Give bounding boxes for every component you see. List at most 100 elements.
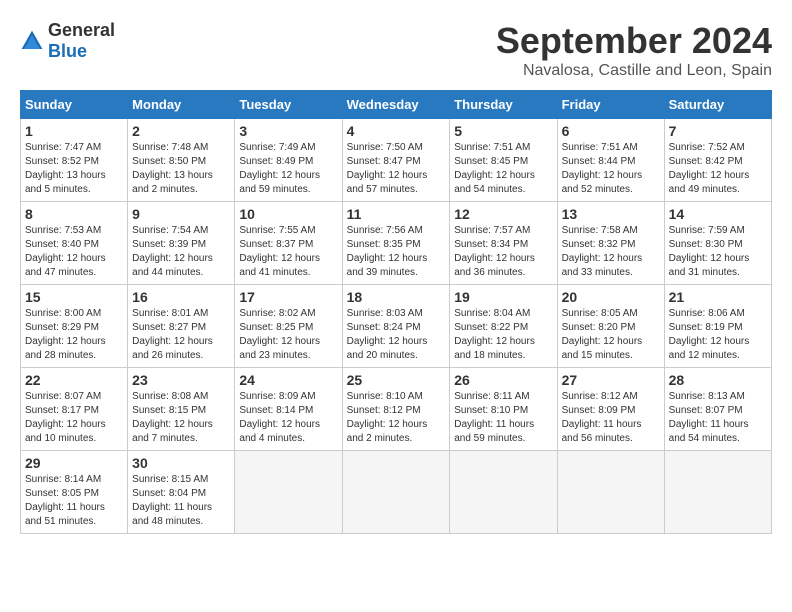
title-section: September 2024 Navalosa, Castille and Le… (496, 20, 772, 80)
day-info: Sunrise: 7:49 AMSunset: 8:49 PMDaylight:… (239, 141, 337, 197)
day-info: Sunrise: 7:55 AMSunset: 8:37 PMDaylight:… (239, 224, 337, 280)
day-info: Sunrise: 8:04 AMSunset: 8:22 PMDaylight:… (454, 307, 552, 363)
calendar-day: 25Sunrise: 8:10 AMSunset: 8:12 PMDayligh… (342, 368, 450, 451)
day-number: 27 (562, 372, 660, 388)
day-info: Sunrise: 7:50 AMSunset: 8:47 PMDaylight:… (347, 141, 446, 197)
day-info: Sunrise: 8:13 AMSunset: 8:07 PMDaylight:… (669, 390, 767, 446)
calendar-day: 1 Sunrise: 7:47 AMSunset: 8:52 PMDaylight… (21, 119, 128, 202)
header-day: Saturday (664, 91, 771, 119)
day-info: Sunrise: 7:51 AMSunset: 8:44 PMDaylight:… (562, 141, 660, 197)
day-number: 29 (25, 455, 123, 471)
calendar-day: 5Sunrise: 7:51 AMSunset: 8:45 PMDaylight… (450, 119, 557, 202)
month-title: September 2024 (496, 20, 772, 62)
day-number: 1 (25, 123, 123, 139)
calendar-week: 29 Sunrise: 8:14 AMSunset: 8:05 PMDayligh… (21, 451, 772, 534)
day-number: 11 (347, 206, 446, 222)
day-number: 25 (347, 372, 446, 388)
calendar-day: 3 Sunrise: 7:49 AMSunset: 8:49 PMDaylight… (235, 119, 342, 202)
logo-general: General (48, 20, 115, 40)
day-number: 28 (669, 372, 767, 388)
calendar-day: 4 Sunrise: 7:50 AMSunset: 8:47 PMDaylight… (342, 119, 450, 202)
calendar-day (557, 451, 664, 534)
day-number: 9 (132, 206, 230, 222)
logo-icon (20, 29, 44, 53)
header-day: Wednesday (342, 91, 450, 119)
day-info: Sunrise: 7:59 AMSunset: 8:30 PMDaylight:… (669, 224, 767, 280)
day-number: 20 (562, 289, 660, 305)
calendar-day: 17 Sunrise: 8:02 AMSunset: 8:25 PMDayligh… (235, 285, 342, 368)
calendar: SundayMondayTuesdayWednesdayThursdayFrid… (20, 90, 772, 534)
day-number: 18 (347, 289, 446, 305)
calendar-day: 20 Sunrise: 8:05 AMSunset: 8:20 PMDayligh… (557, 285, 664, 368)
calendar-day: 14Sunrise: 7:59 AMSunset: 8:30 PMDayligh… (664, 202, 771, 285)
calendar-day: 28 Sunrise: 8:13 AMSunset: 8:07 PMDayligh… (664, 368, 771, 451)
day-info: Sunrise: 8:02 AMSunset: 8:25 PMDaylight:… (239, 307, 337, 363)
header-day: Monday (128, 91, 235, 119)
day-info: Sunrise: 8:14 AMSunset: 8:05 PMDaylight:… (25, 473, 123, 529)
calendar-header: SundayMondayTuesdayWednesdayThursdayFrid… (21, 91, 772, 119)
day-number: 7 (669, 123, 767, 139)
calendar-day: 26Sunrise: 8:11 AMSunset: 8:10 PMDayligh… (450, 368, 557, 451)
header-row: SundayMondayTuesdayWednesdayThursdayFrid… (21, 91, 772, 119)
day-info: Sunrise: 8:03 AMSunset: 8:24 PMDaylight:… (347, 307, 446, 363)
day-number: 8 (25, 206, 123, 222)
calendar-day: 11 Sunrise: 7:56 AMSunset: 8:35 PMDayligh… (342, 202, 450, 285)
logo-text: General Blue (48, 20, 115, 62)
calendar-day (235, 451, 342, 534)
day-number: 12 (454, 206, 552, 222)
location-title: Navalosa, Castille and Leon, Spain (496, 62, 772, 80)
header-day: Friday (557, 91, 664, 119)
calendar-week: 8Sunrise: 7:53 AMSunset: 8:40 PMDaylight… (21, 202, 772, 285)
day-info: Sunrise: 8:01 AMSunset: 8:27 PMDaylight:… (132, 307, 230, 363)
calendar-day (450, 451, 557, 534)
header-day: Sunday (21, 91, 128, 119)
calendar-day (342, 451, 450, 534)
calendar-day: 24 Sunrise: 8:09 AMSunset: 8:14 PMDayligh… (235, 368, 342, 451)
day-number: 22 (25, 372, 123, 388)
day-info: Sunrise: 7:56 AMSunset: 8:35 PMDaylight:… (347, 224, 446, 280)
day-number: 16 (132, 289, 230, 305)
day-info: Sunrise: 8:09 AMSunset: 8:14 PMDaylight:… (239, 390, 337, 446)
calendar-day: 9Sunrise: 7:54 AMSunset: 8:39 PMDaylight… (128, 202, 235, 285)
day-info: Sunrise: 7:58 AMSunset: 8:32 PMDaylight:… (562, 224, 660, 280)
day-number: 15 (25, 289, 123, 305)
calendar-day (664, 451, 771, 534)
day-number: 6 (562, 123, 660, 139)
day-info: Sunrise: 7:48 AMSunset: 8:50 PMDaylight:… (132, 141, 230, 197)
day-info: Sunrise: 8:05 AMSunset: 8:20 PMDaylight:… (562, 307, 660, 363)
day-info: Sunrise: 7:52 AMSunset: 8:42 PMDaylight:… (669, 141, 767, 197)
calendar-day: 18 Sunrise: 8:03 AMSunset: 8:24 PMDayligh… (342, 285, 450, 368)
header-day: Thursday (450, 91, 557, 119)
calendar-week: 22Sunrise: 8:07 AMSunset: 8:17 PMDayligh… (21, 368, 772, 451)
calendar-day: 6 Sunrise: 7:51 AMSunset: 8:44 PMDaylight… (557, 119, 664, 202)
calendar-day: 22Sunrise: 8:07 AMSunset: 8:17 PMDayligh… (21, 368, 128, 451)
logo: General Blue (20, 20, 115, 62)
calendar-day: 30 Sunrise: 8:15 AMSunset: 8:04 PMDayligh… (128, 451, 235, 534)
calendar-week: 15 Sunrise: 8:00 AMSunset: 8:29 PMDayligh… (21, 285, 772, 368)
day-info: Sunrise: 7:51 AMSunset: 8:45 PMDaylight:… (454, 141, 552, 197)
day-info: Sunrise: 8:12 AMSunset: 8:09 PMDaylight:… (562, 390, 660, 446)
calendar-day: 21Sunrise: 8:06 AMSunset: 8:19 PMDayligh… (664, 285, 771, 368)
day-info: Sunrise: 8:00 AMSunset: 8:29 PMDaylight:… (25, 307, 123, 363)
day-info: Sunrise: 7:47 AMSunset: 8:52 PMDaylight:… (25, 141, 123, 197)
calendar-day: 16 Sunrise: 8:01 AMSunset: 8:27 PMDayligh… (128, 285, 235, 368)
logo-blue: Blue (48, 41, 87, 61)
calendar-day: 19 Sunrise: 8:04 AMSunset: 8:22 PMDayligh… (450, 285, 557, 368)
calendar-day: 15 Sunrise: 8:00 AMSunset: 8:29 PMDayligh… (21, 285, 128, 368)
day-number: 4 (347, 123, 446, 139)
day-number: 13 (562, 206, 660, 222)
day-number: 3 (239, 123, 337, 139)
day-number: 30 (132, 455, 230, 471)
calendar-day: 7 Sunrise: 7:52 AMSunset: 8:42 PMDaylight… (664, 119, 771, 202)
day-number: 23 (132, 372, 230, 388)
day-info: Sunrise: 8:06 AMSunset: 8:19 PMDaylight:… (669, 307, 767, 363)
calendar-day: 27 Sunrise: 8:12 AMSunset: 8:09 PMDayligh… (557, 368, 664, 451)
day-number: 19 (454, 289, 552, 305)
day-number: 2 (132, 123, 230, 139)
day-number: 10 (239, 206, 337, 222)
day-info: Sunrise: 8:15 AMSunset: 8:04 PMDaylight:… (132, 473, 230, 529)
calendar-day: 8Sunrise: 7:53 AMSunset: 8:40 PMDaylight… (21, 202, 128, 285)
header-day: Tuesday (235, 91, 342, 119)
day-number: 17 (239, 289, 337, 305)
day-number: 24 (239, 372, 337, 388)
